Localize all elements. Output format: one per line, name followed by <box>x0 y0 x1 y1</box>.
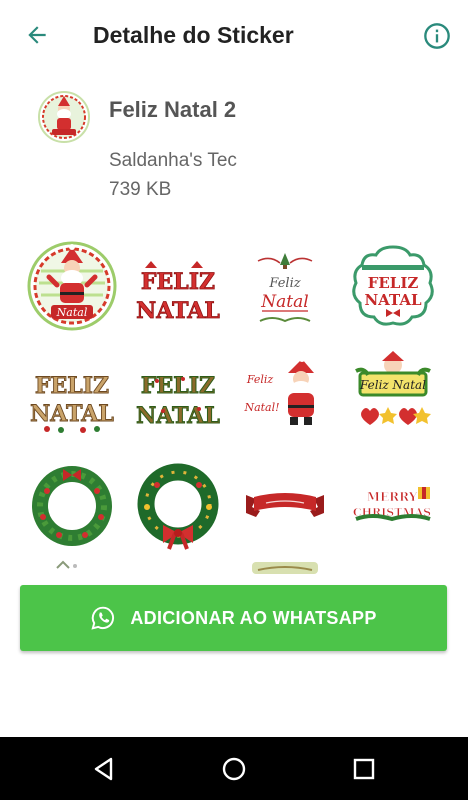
add-to-whatsapp-button[interactable]: ADICIONAR AO WHATSAPP <box>20 585 447 651</box>
page-title: Detalhe do Sticker <box>93 22 294 48</box>
svg-text:NATAL: NATAL <box>136 403 220 429</box>
sticker-feliz-natal-santa[interactable]: Feliz Natal! <box>240 351 330 441</box>
svg-text:FELIZ: FELIZ <box>35 373 109 399</box>
pack-publisher: Saldanha's Tec <box>109 150 237 171</box>
sticker-christmas-wreath-bow[interactable] <box>133 461 223 551</box>
sticker-merry-christmas-banner[interactable]: MERRY CHRISTMAS <box>348 461 438 551</box>
svg-text:Feliz: Feliz <box>268 276 300 291</box>
sticker-red-ribbon-banner[interactable] <box>240 461 330 551</box>
svg-text:FELIZ: FELIZ <box>141 269 215 295</box>
sticker-text: Natal <box>56 306 88 319</box>
sticker-feliz-natal-wooden-letters[interactable]: FELIZ NATAL <box>27 351 117 441</box>
nav-back-triangle-icon[interactable] <box>91 756 117 782</box>
arrow-left-icon[interactable] <box>20 18 54 52</box>
sticker-santa-round-badge[interactable]: Natal <box>27 241 117 331</box>
sticker-feliz-natal-scalloped-badge[interactable]: FELIZ NATAL <box>348 241 438 331</box>
svg-text:Natal: Natal <box>260 292 308 312</box>
add-button-label: ADICIONAR AO WHATSAPP <box>130 607 377 628</box>
sticker-partial-2[interactable] <box>240 562 330 574</box>
svg-text:MERRY: MERRY <box>367 490 418 504</box>
pack-size: 739 KB <box>109 179 172 200</box>
pack-name: Feliz Natal 2 <box>109 97 237 122</box>
nav-recent-square-icon[interactable] <box>351 756 377 782</box>
nav-home-circle-icon[interactable] <box>221 756 247 782</box>
sticker-feliz-natal-festive-letters[interactable]: FELIZ NATAL <box>133 351 223 441</box>
svg-text:NATAL: NATAL <box>30 401 114 427</box>
app-bar: Detalhe do Sticker <box>0 0 468 72</box>
svg-text:NATAL: NATAL <box>364 291 422 309</box>
sticker-grid: Natal FELIZ NATAL Feliz Natal FELIZ NATA… <box>0 234 468 574</box>
pack-tray-icon <box>38 91 90 143</box>
sticker-feliz-natal-red-letters[interactable]: FELIZ NATAL <box>133 241 223 331</box>
system-nav-bar <box>0 737 468 800</box>
sticker-feliz-natal-santa-sign[interactable]: Feliz Natal <box>348 351 438 441</box>
svg-text:Natal!: Natal! <box>243 401 279 414</box>
whatsapp-icon <box>91 606 115 630</box>
sticker-christmas-wreath-red[interactable] <box>27 461 117 551</box>
svg-text:FELIZ: FELIZ <box>368 274 419 292</box>
svg-text:Feliz: Feliz <box>246 373 274 386</box>
svg-text:Feliz Natal: Feliz Natal <box>359 378 426 392</box>
sticker-partial-1[interactable] <box>27 560 117 574</box>
sticker-feliz-natal-script[interactable]: Feliz Natal <box>240 241 330 331</box>
svg-text:FELIZ: FELIZ <box>141 373 215 399</box>
svg-text:NATAL: NATAL <box>136 298 220 324</box>
info-circle-icon[interactable] <box>421 20 453 52</box>
